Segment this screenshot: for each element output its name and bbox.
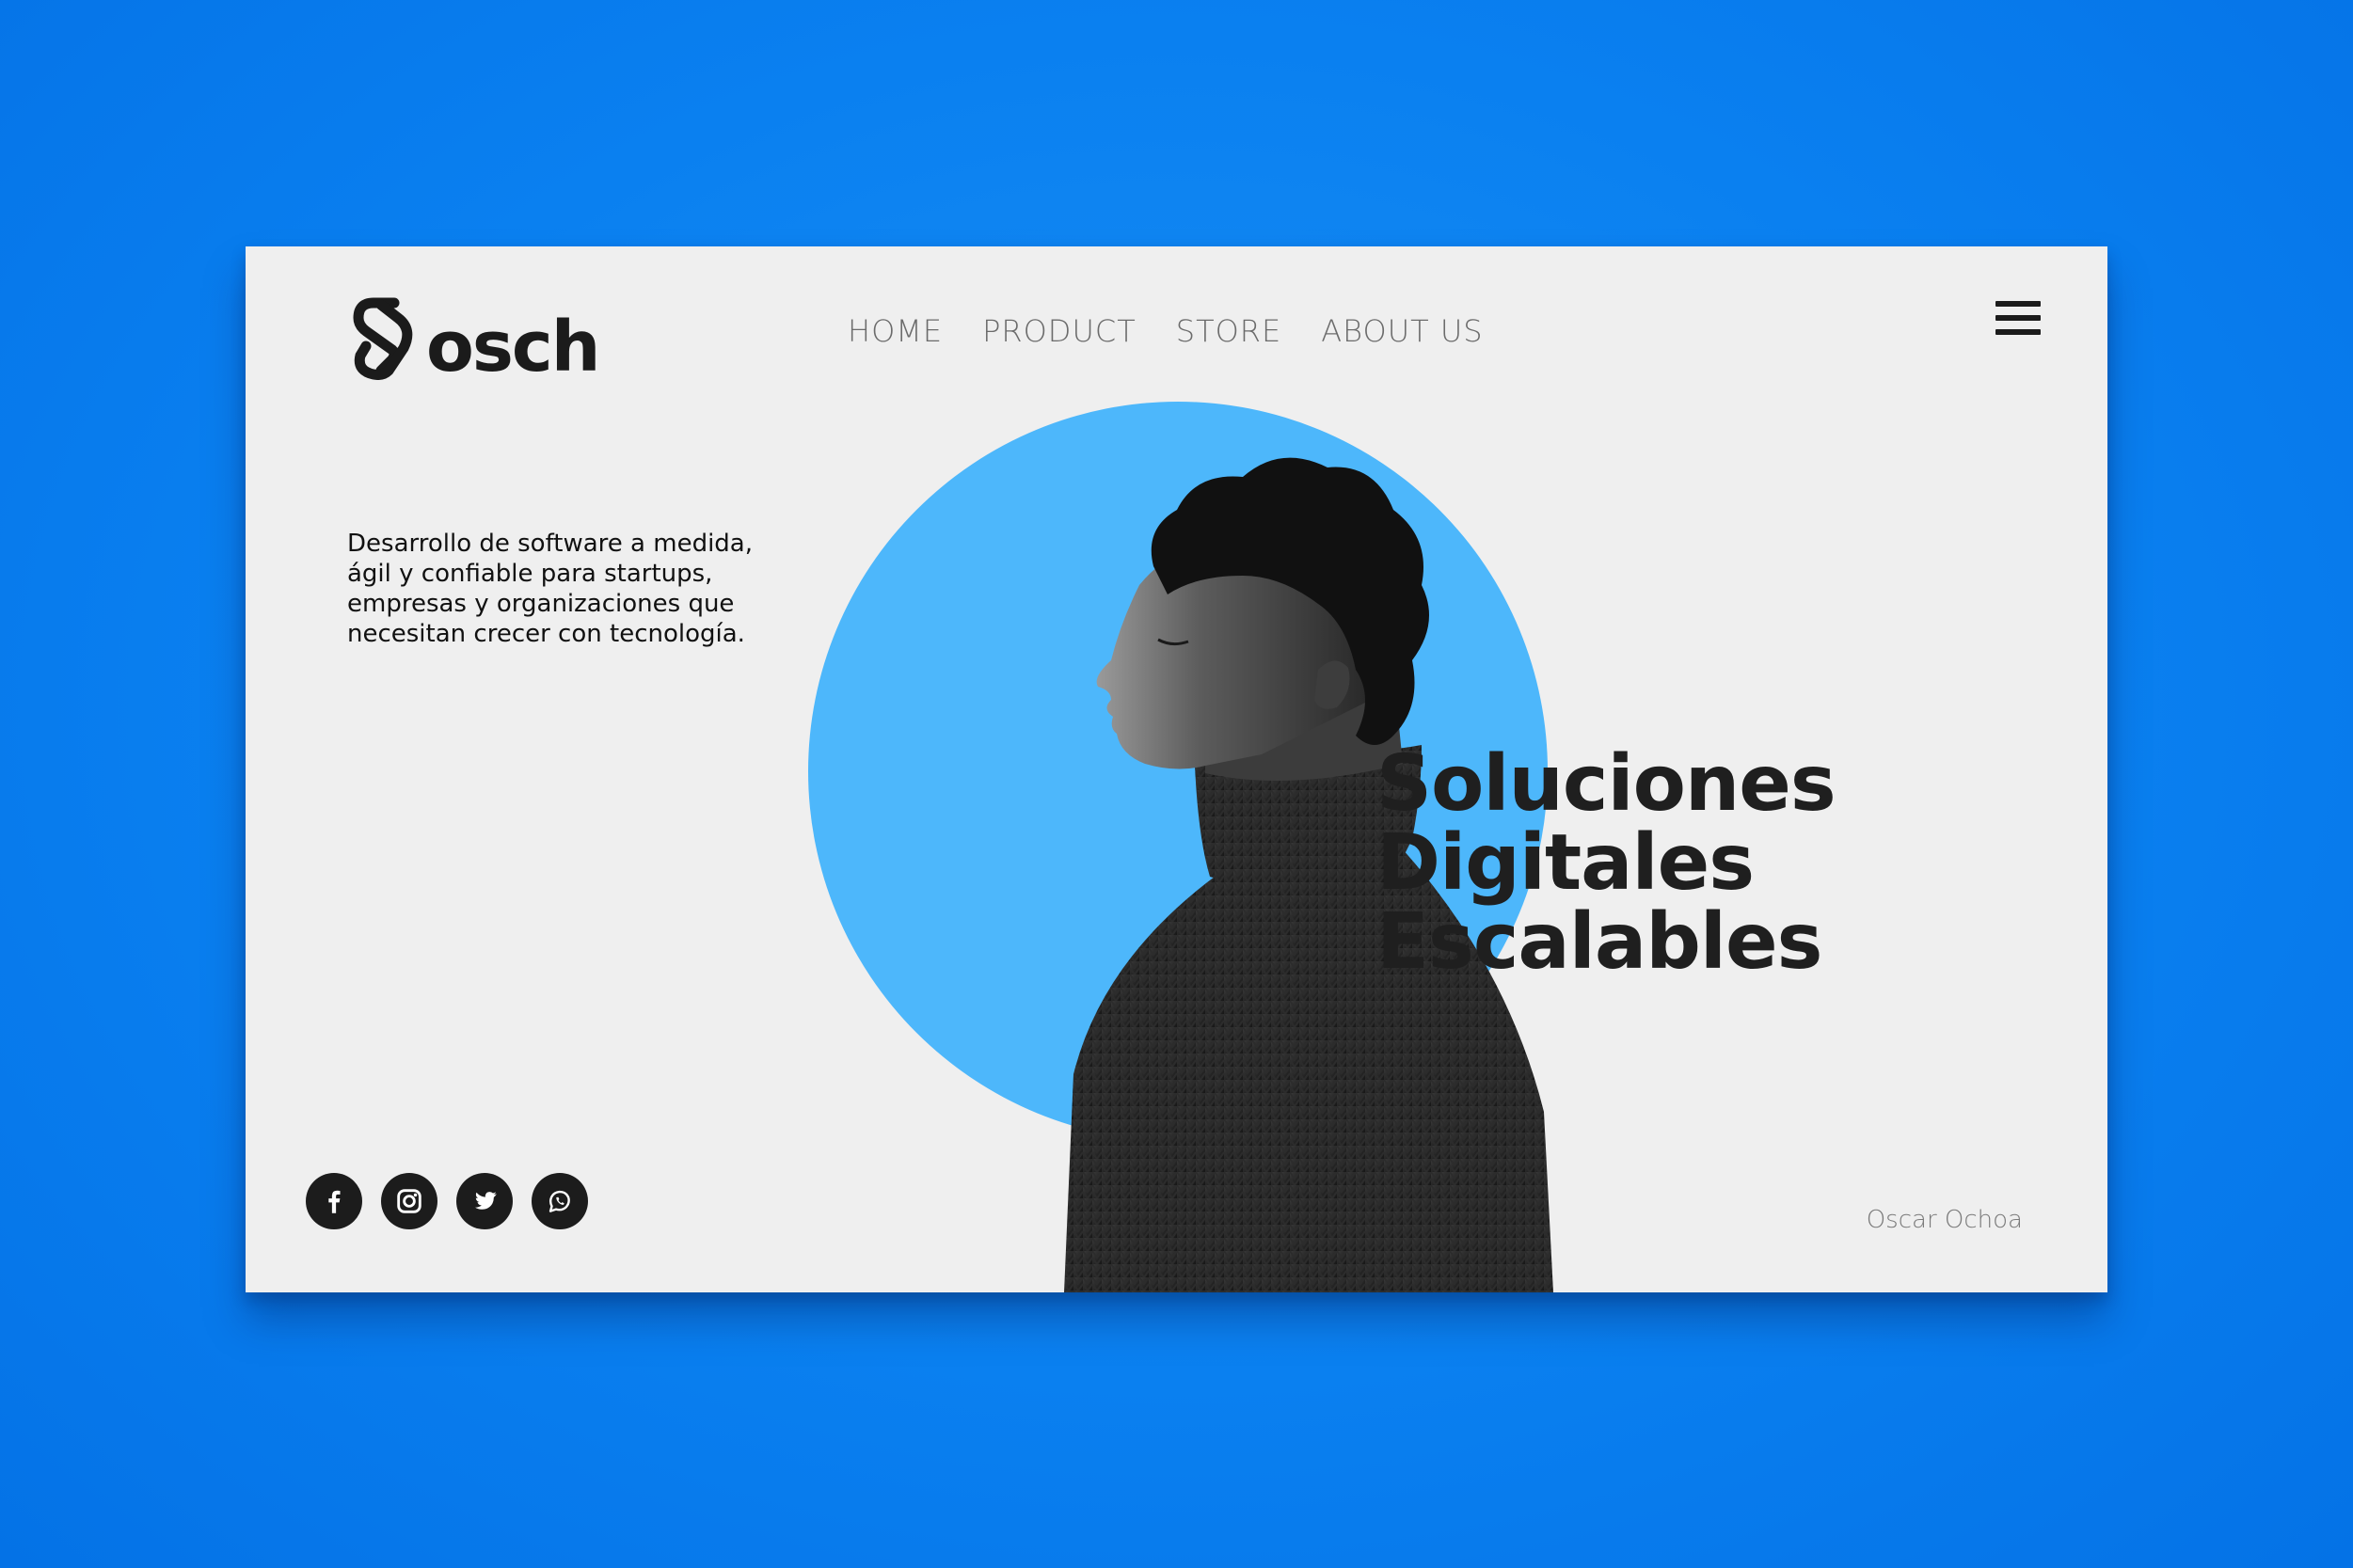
social-links — [306, 1173, 588, 1229]
osch-logo-icon: osch — [353, 297, 600, 380]
twitter-icon — [474, 1192, 497, 1210]
instagram-link[interactable] — [381, 1173, 437, 1229]
hero-tagline: Desarrollo de software a medida, ágil y … — [347, 530, 754, 648]
landing-card: osch HOME PRODUCT STORE ABOUT US Desarro… — [246, 246, 2107, 1292]
nav-store[interactable]: STORE — [1176, 303, 1282, 359]
main-nav: HOME PRODUCT STORE ABOUT US — [848, 303, 1484, 359]
headline-line: Escalables — [1376, 897, 1822, 987]
instagram-icon — [397, 1189, 421, 1213]
headline-line: Soluciones — [1376, 739, 1836, 829]
twitter-link[interactable] — [456, 1173, 513, 1229]
nav-about-us[interactable]: ABOUT US — [1321, 303, 1483, 359]
whatsapp-link[interactable] — [532, 1173, 588, 1229]
svg-text:osch: osch — [426, 307, 598, 380]
brand-logo[interactable]: osch — [345, 295, 609, 380]
hamburger-menu-icon[interactable] — [1995, 301, 2041, 344]
facebook-link[interactable] — [306, 1173, 362, 1229]
author-credit: Oscar Ochoa — [1866, 1206, 2023, 1234]
menu-bar — [1995, 329, 2041, 335]
whatsapp-icon — [549, 1190, 570, 1212]
menu-bar — [1995, 301, 2041, 307]
headline-line: Digitales — [1376, 818, 1755, 908]
hero-headline: Soluciones Digitales Escalables — [1376, 745, 1836, 982]
nav-product[interactable]: PRODUCT — [982, 303, 1137, 359]
nav-home[interactable]: HOME — [848, 303, 943, 359]
facebook-icon — [328, 1190, 341, 1213]
menu-bar — [1995, 315, 2041, 321]
